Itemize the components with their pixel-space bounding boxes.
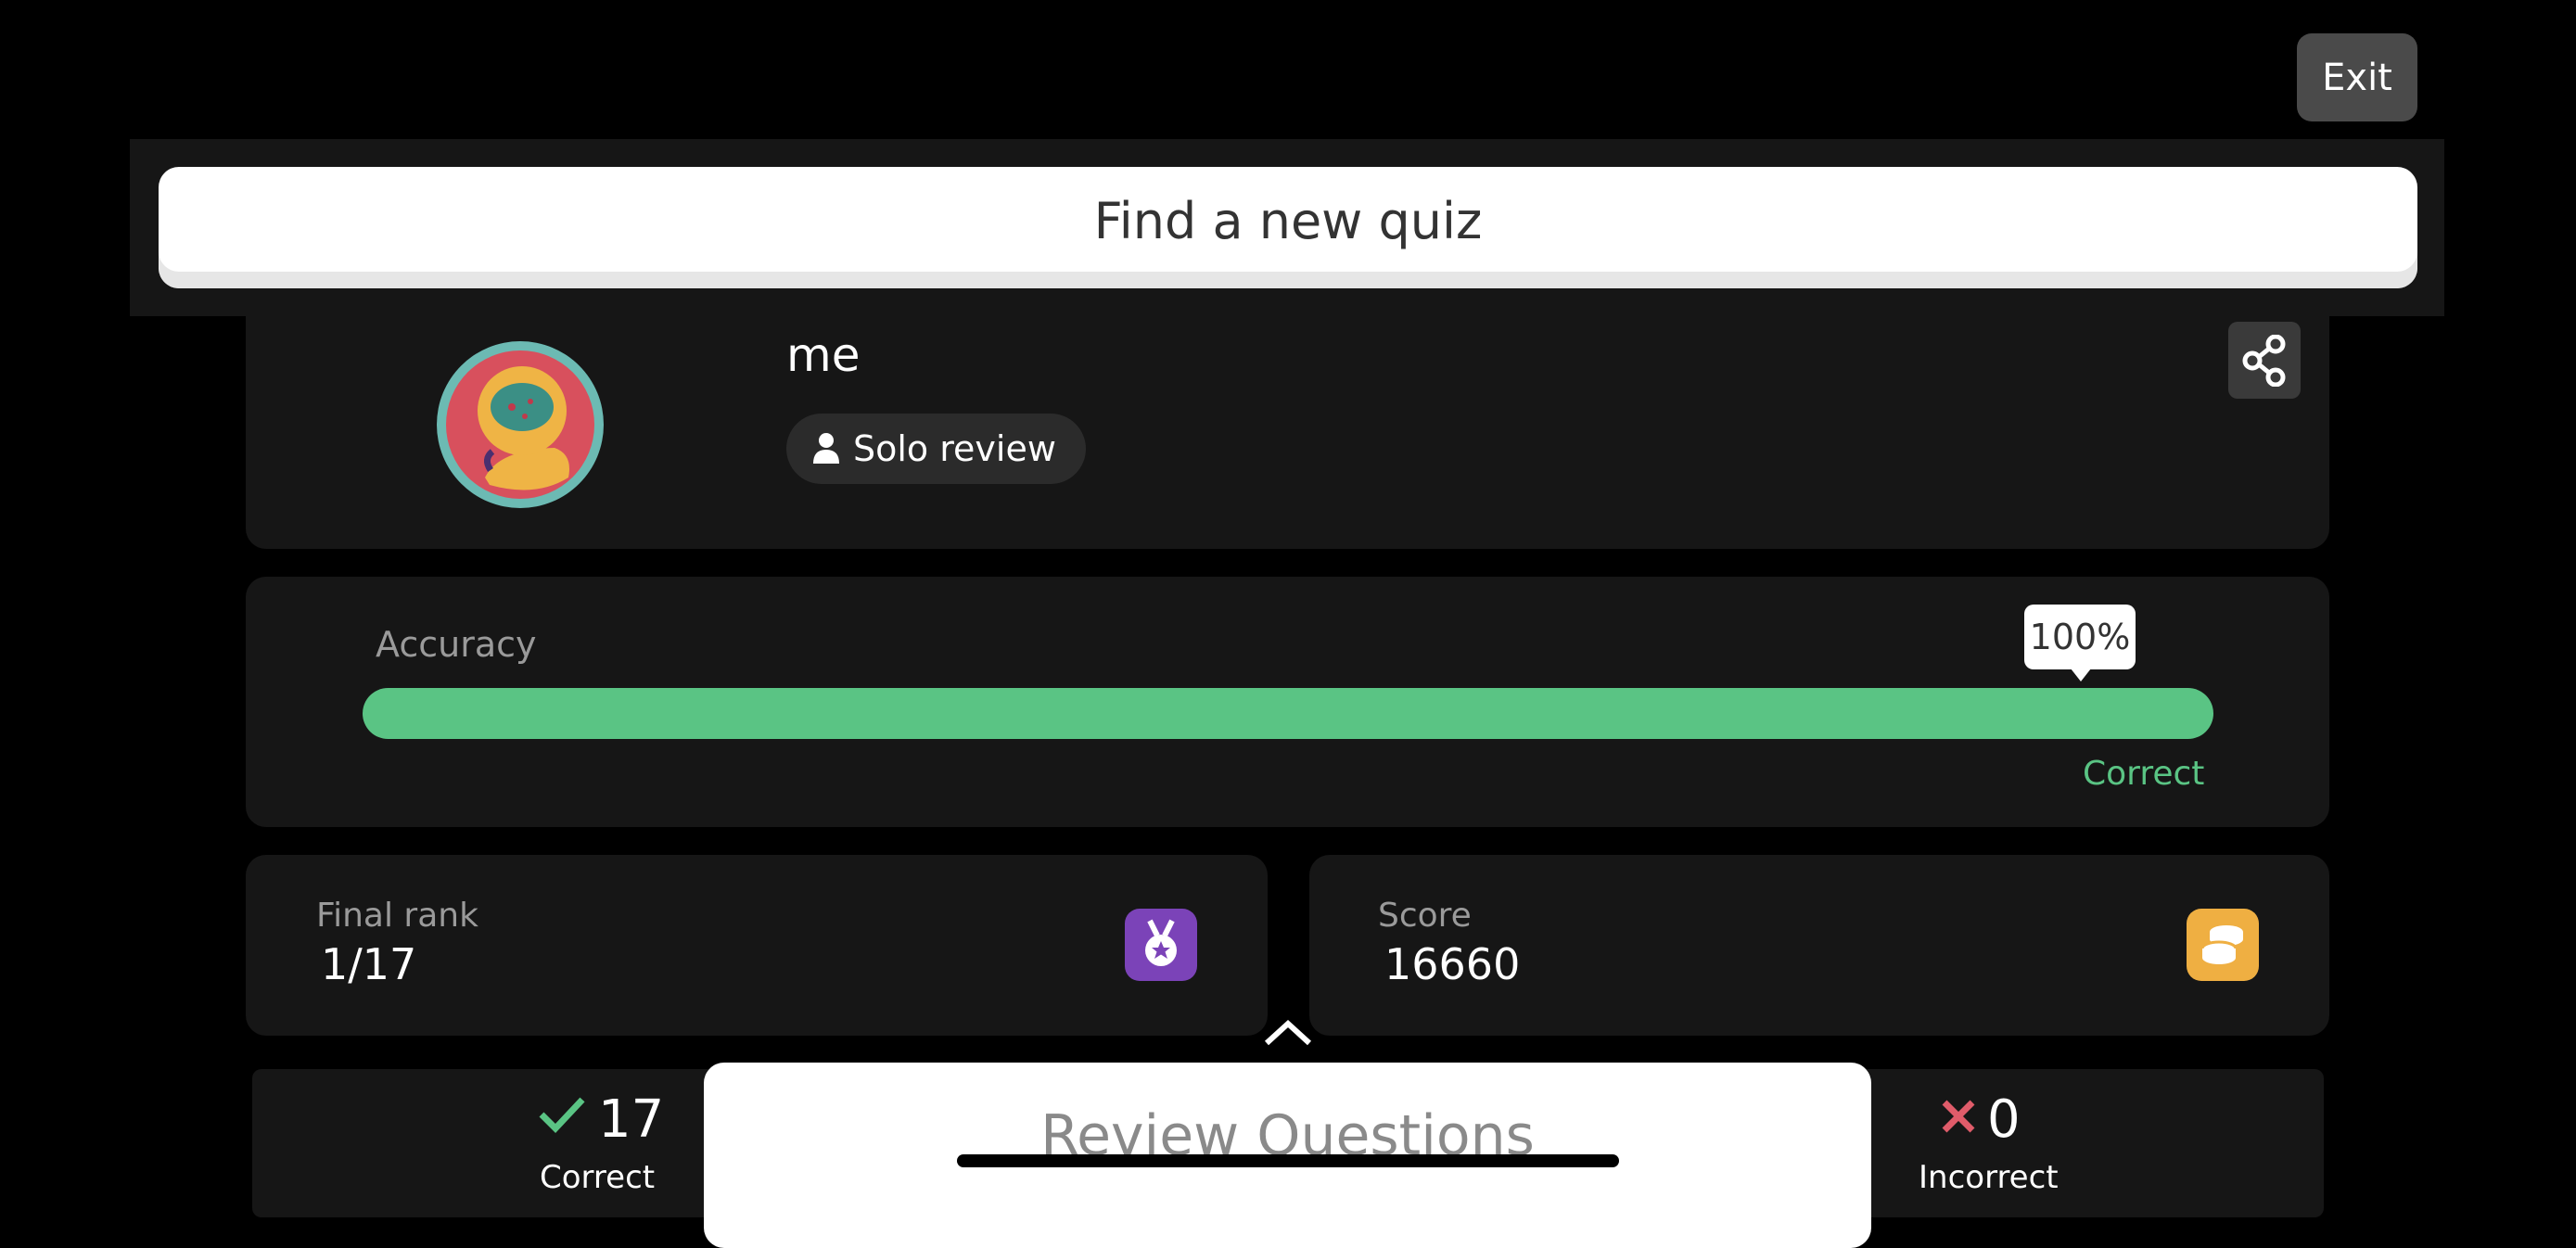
correct-check xyxy=(538,1094,586,1139)
incorrect-count-label: Incorrect xyxy=(1919,1159,2059,1196)
avatar xyxy=(434,338,606,511)
medal-badge xyxy=(1125,909,1197,981)
chevron-up-icon xyxy=(1264,1019,1312,1046)
check-icon xyxy=(539,1097,585,1134)
incorrect-cross xyxy=(1941,1099,1976,1138)
exit-button[interactable]: Exit xyxy=(2297,33,2417,121)
tooltip-arrow xyxy=(2071,669,2091,681)
expand-review-button[interactable] xyxy=(1261,1018,1315,1048)
home-indicator[interactable] xyxy=(957,1154,1619,1167)
final-rank-label: Final rank xyxy=(316,897,478,935)
solo-review-label: Solo review xyxy=(853,428,1056,469)
solo-review-badge: Solo review xyxy=(786,414,1086,484)
accuracy-bar xyxy=(363,688,2213,739)
incorrect-count: 0 xyxy=(1987,1089,2021,1150)
share-icon xyxy=(2242,334,2286,387)
accuracy-label: Accuracy xyxy=(376,624,537,665)
find-new-quiz-button[interactable]: Find a new quiz xyxy=(159,167,2417,288)
cross-icon xyxy=(1942,1100,1975,1133)
correct-count-label: Correct xyxy=(540,1159,656,1196)
score-label: Score xyxy=(1378,897,1472,935)
accuracy-correct-label: Correct xyxy=(2083,755,2205,793)
score-value: 16660 xyxy=(1384,939,1521,989)
accuracy-percent-tooltip: 100% xyxy=(2024,605,2136,669)
medal-icon xyxy=(1145,919,1177,966)
coins-badge xyxy=(2187,909,2259,981)
coins-icon xyxy=(2200,925,2243,964)
share-button[interactable] xyxy=(2228,322,2301,399)
player-name: me xyxy=(786,328,861,382)
final-rank-value: 1/17 xyxy=(321,939,417,989)
user-icon xyxy=(813,433,839,464)
correct-count: 17 xyxy=(598,1089,665,1150)
